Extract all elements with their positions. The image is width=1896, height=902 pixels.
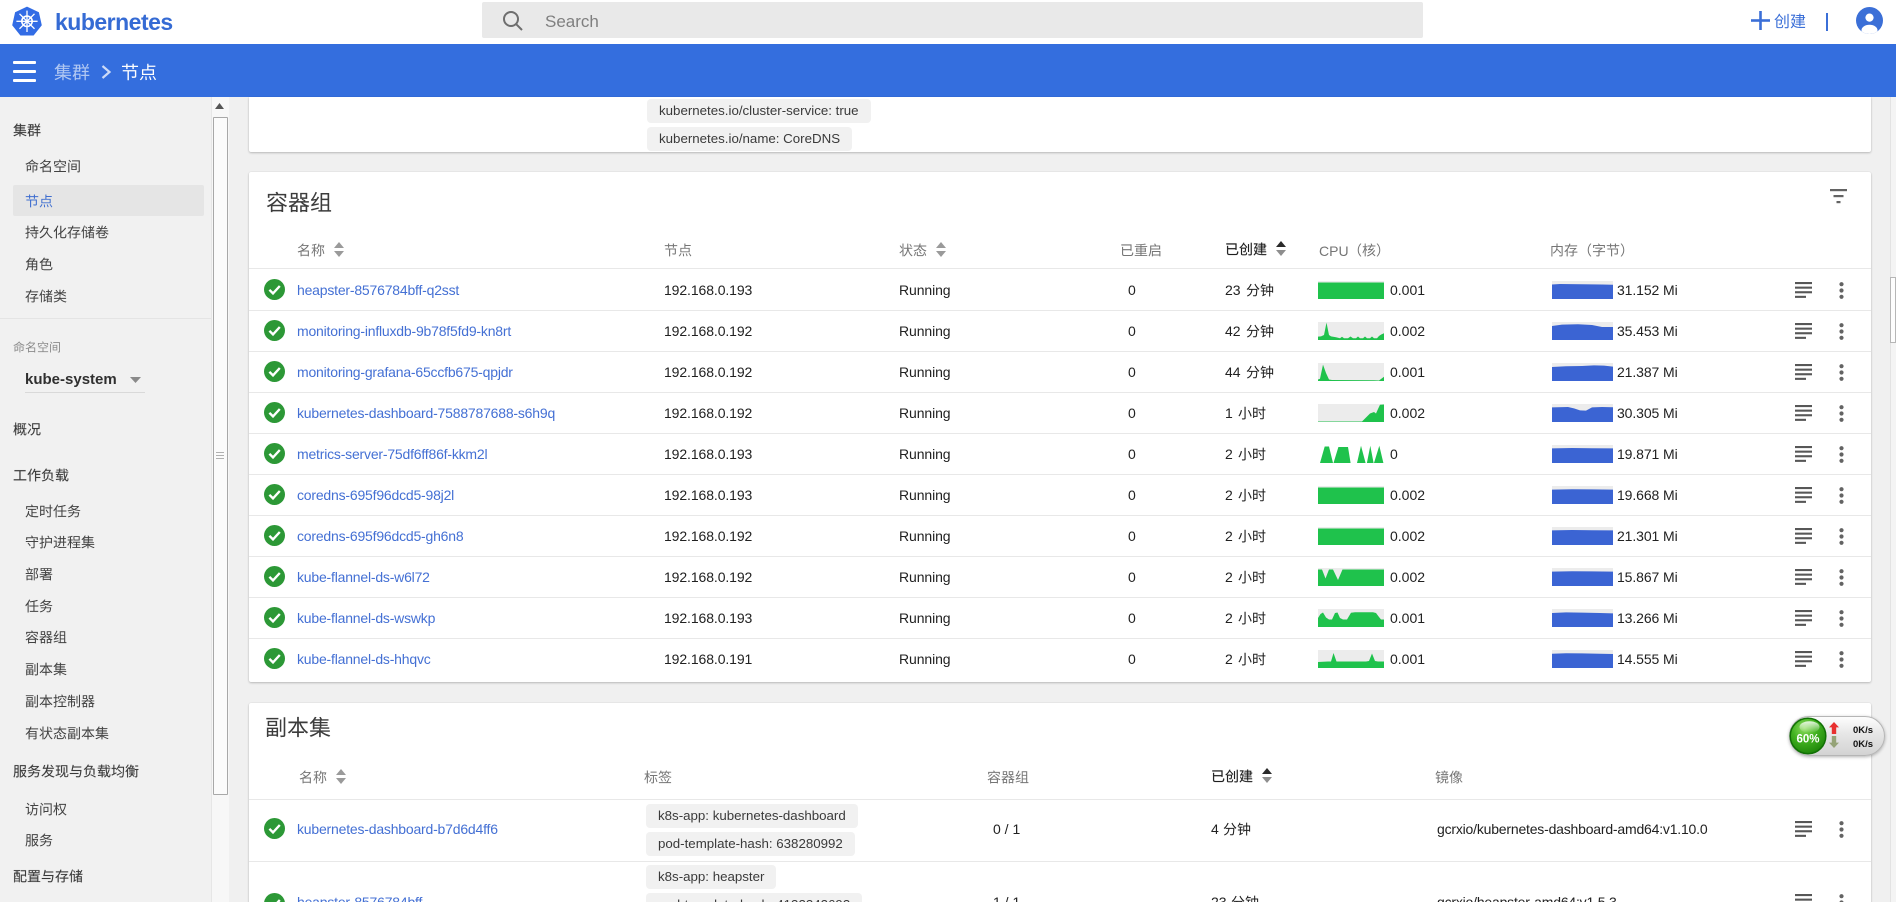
svg-text:60%: 60% [1796, 734, 1819, 746]
